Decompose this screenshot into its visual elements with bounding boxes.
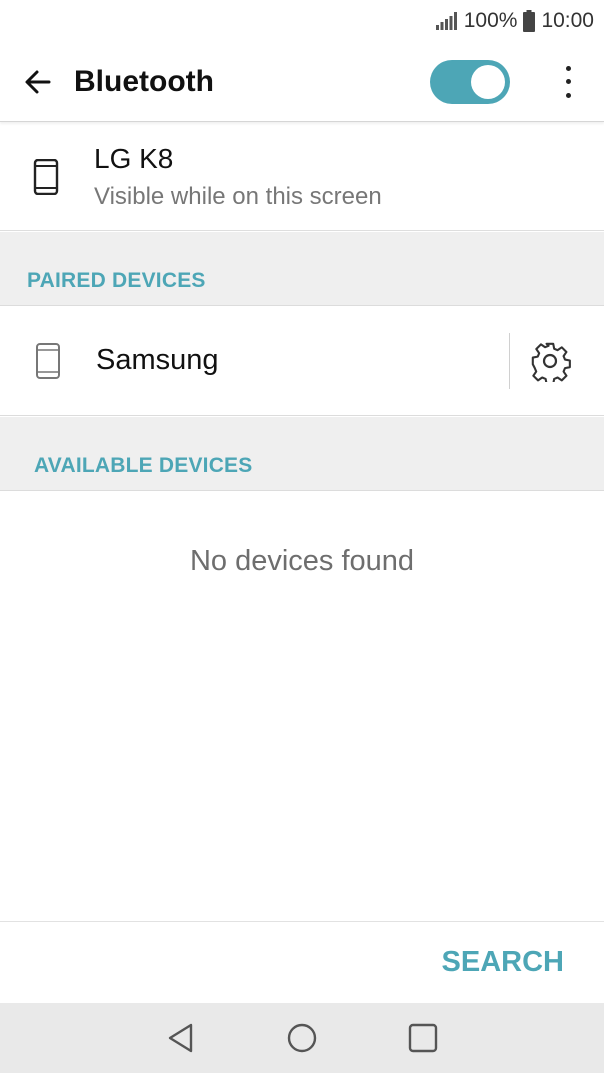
- arrow-left-icon: [25, 70, 51, 93]
- back-button[interactable]: [20, 64, 56, 100]
- paired-device-row[interactable]: Samsung: [0, 306, 604, 416]
- status-bar: 100% 10:00: [0, 0, 604, 42]
- available-devices-header: AVAILABLE DEVICES: [0, 417, 604, 491]
- home-circle-icon: [287, 1023, 317, 1053]
- gear-icon: [531, 342, 571, 382]
- back-triangle-icon: [168, 1023, 192, 1053]
- phone-icon: [36, 342, 60, 379]
- more-vert-icon[interactable]: [556, 62, 580, 102]
- nav-home-button[interactable]: [282, 1018, 322, 1058]
- empty-state-text: No devices found: [189, 545, 415, 577]
- battery-icon: [523, 10, 536, 32]
- search-button[interactable]: SEARCH: [442, 946, 564, 979]
- recents-square-icon: [409, 1023, 438, 1053]
- this-device-texts: LG K8 Visible while on this screen: [94, 143, 382, 211]
- page-title: Bluetooth: [74, 64, 214, 98]
- this-device-row[interactable]: LG K8 Visible while on this screen: [0, 123, 604, 231]
- row-divider: [509, 332, 510, 389]
- toggle-knob: [471, 64, 505, 99]
- signal-icon: [435, 12, 457, 30]
- phone-icon: [33, 158, 59, 195]
- nav-recents-button[interactable]: [403, 1018, 443, 1058]
- this-device-name: LG K8: [94, 142, 174, 174]
- paired-devices-header: PAIRED DEVICES: [0, 232, 604, 306]
- this-device-visibility: Visible while on this screen: [94, 182, 382, 210]
- bluetooth-toggle[interactable]: [430, 59, 510, 104]
- navigation-bar: [0, 1003, 604, 1073]
- paired-devices-label: PAIRED DEVICES: [27, 269, 206, 292]
- clock: 10:00: [541, 9, 594, 32]
- nav-back-button[interactable]: [161, 1018, 201, 1058]
- paired-device-name: Samsung: [96, 344, 219, 376]
- battery-percent: 100%: [463, 9, 518, 32]
- app-bar: Bluetooth: [0, 42, 604, 122]
- available-devices-label: AVAILABLE DEVICES: [34, 454, 253, 477]
- bottom-action-bar: SEARCH: [0, 921, 604, 1003]
- device-settings-button[interactable]: [528, 339, 572, 383]
- bluetooth-settings-screen: 100% 10:00 Bluetooth LG K8 Visible while…: [0, 0, 604, 1073]
